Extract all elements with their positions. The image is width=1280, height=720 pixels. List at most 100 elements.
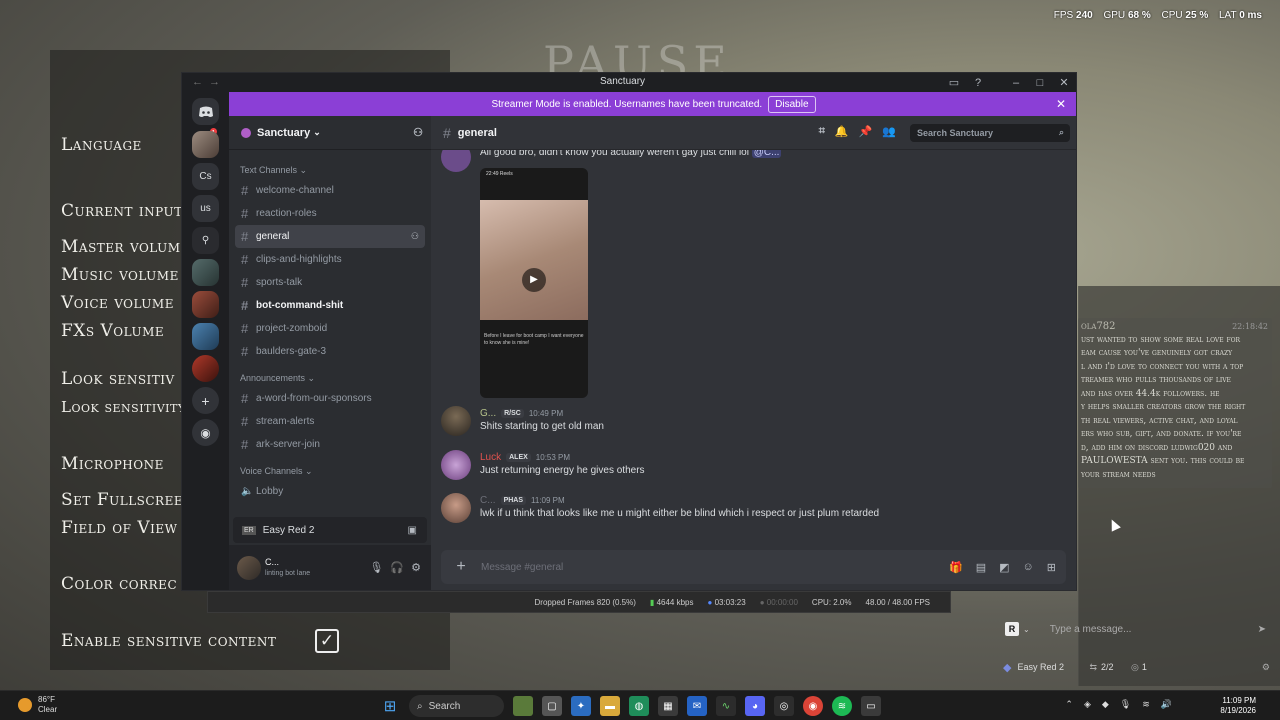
pin-icon[interactable]: 📌 (859, 125, 873, 138)
chevron-up-icon[interactable]: ⌃ (1065, 699, 1073, 710)
setting-music-volume[interactable]: Music volume (61, 265, 179, 285)
setting-microphone[interactable]: Microphone (61, 454, 164, 474)
tray-icon[interactable]: ◈ (1084, 699, 1091, 710)
bell-icon[interactable]: 🔔 (835, 125, 849, 138)
channel-bot-command-shit[interactable]: # bot-command-shit (235, 294, 425, 317)
channel-general[interactable]: # general ⚇ (235, 225, 425, 248)
send-icon[interactable]: ➤ (1258, 624, 1266, 635)
video-attachment[interactable]: 22:49 Reels ▶ Before I leave for boot ca… (480, 168, 588, 398)
gift-icon[interactable]: 🎁 (949, 561, 963, 574)
discord-icon[interactable]: ◕ (745, 696, 765, 716)
headphones-icon[interactable]: 🎧 (390, 561, 404, 574)
apps-icon[interactable]: ⊞ (1047, 561, 1056, 574)
setting-fullscreen[interactable]: Set Fullscree (61, 490, 183, 510)
message-composer[interactable]: + Message #general 🎁 ▤ ◩ ☺ ⊞ (441, 550, 1066, 584)
now-playing-activity[interactable]: ER Easy Red 2 ▣ (233, 517, 427, 543)
add-server-icon[interactable]: + (192, 387, 219, 414)
emoji-icon[interactable]: ☺ (1023, 561, 1034, 574)
message-author[interactable]: Luck (480, 452, 501, 463)
volume-icon[interactable]: 🔊 (1161, 699, 1172, 710)
category-text-channels[interactable]: Text Channels ⌄ (235, 161, 425, 179)
tray-icon[interactable]: ◆ (1102, 699, 1109, 710)
voice-channel-lobby[interactable]: 🔈 Lobby (235, 480, 425, 503)
obs-icon[interactable]: ◎ (774, 696, 794, 716)
microphone-icon[interactable]: 🎙 (369, 561, 383, 574)
server-icon[interactable] (192, 259, 219, 286)
server-us[interactable]: us (192, 195, 219, 222)
play-icon[interactable]: ▶ (522, 268, 546, 292)
channel-partial[interactable]: rules (235, 150, 425, 155)
avatar[interactable] (441, 406, 471, 436)
server-icon[interactable]: ⚲ (192, 227, 219, 254)
file-explorer-icon[interactable]: ▬ (600, 696, 620, 716)
screen-share-icon[interactable]: ▣ (408, 525, 417, 536)
user-info[interactable]: C... linting bot lane (265, 557, 310, 579)
spotify-icon[interactable]: ≋ (832, 696, 852, 716)
channel-stream-alerts[interactable]: # stream-alerts (235, 410, 425, 433)
widget-icon[interactable] (513, 696, 533, 716)
mail-icon[interactable]: ✉ (687, 696, 707, 716)
setting-voice-volume[interactable]: Voice volume (61, 293, 174, 313)
wifi-icon[interactable]: ≋ (1142, 699, 1150, 710)
setting-master-volume[interactable]: Master volum (61, 237, 181, 257)
server-header[interactable]: Sanctuary ⌄ ⚇ (229, 116, 431, 150)
store-icon[interactable]: ▦ (658, 696, 678, 716)
chevron-down-icon[interactable]: ⌄ (1023, 625, 1030, 634)
avatar[interactable] (237, 555, 261, 580)
server-icon[interactable] (192, 323, 219, 350)
members-icon[interactable]: 👥 (882, 125, 896, 138)
discover-icon[interactable]: ◉ (192, 419, 219, 446)
avatar[interactable] (441, 493, 471, 523)
task-view-icon[interactable]: ▢ (542, 696, 562, 716)
minimize-icon[interactable]: – (1004, 77, 1028, 89)
back-forward-icons[interactable]: ←→ (192, 76, 226, 88)
taskbar-clock[interactable]: 11:09 PM 8/19/2026 (1220, 696, 1256, 716)
gear-icon[interactable]: ⚙ (411, 561, 421, 574)
channel-clips-and-highlights[interactable]: # clips-and-highlights (235, 248, 425, 271)
avatar[interactable] (441, 450, 471, 480)
sensitive-content-checkbox[interactable]: ✓ (315, 629, 339, 653)
category-voice-channels[interactable]: Voice Channels ⌄ (235, 462, 425, 480)
maximize-icon[interactable]: □ (1028, 77, 1052, 89)
activity-icon[interactable]: ∿ (716, 696, 736, 716)
channel-project-zomboid[interactable]: # project-zomboid (235, 317, 425, 340)
channel-sports-talk[interactable]: # sports-talk (235, 271, 425, 294)
setting-language[interactable]: Language (61, 135, 142, 155)
disable-button[interactable]: Disable (768, 95, 816, 113)
channel-ark-server-join[interactable]: # ark-server-join (235, 433, 425, 456)
gif-icon[interactable]: ▤ (976, 561, 986, 574)
channel-reaction-roles[interactable]: # reaction-roles (235, 202, 425, 225)
channel-welcome-channel[interactable]: # welcome-channel (235, 179, 425, 202)
setting-fx-volume[interactable]: FXs Volume (61, 321, 164, 341)
user-mention[interactable]: @C... (751, 150, 782, 158)
inbox-icon[interactable]: ▭ (942, 76, 966, 89)
sticker-icon[interactable]: ◩ (999, 561, 1009, 574)
server-cs[interactable]: Cs (192, 163, 219, 190)
setting-look-sensitivity-2[interactable]: Look sensitivity (61, 398, 186, 416)
invite-icon[interactable]: ⚇ (413, 126, 423, 139)
setting-color-correction[interactable]: Color correc (61, 574, 177, 594)
setting-current-input[interactable]: Current input (61, 201, 183, 221)
terminal-icon[interactable]: ▭ (861, 696, 881, 716)
server-icon[interactable] (192, 131, 219, 158)
server-icon[interactable] (192, 355, 219, 382)
close-banner-icon[interactable]: ✕ (1056, 97, 1066, 111)
search-input[interactable]: Search Sanctuary ⌕ (910, 124, 1070, 142)
chrome-icon[interactable]: ◉ (803, 696, 823, 716)
microphone-icon[interactable]: 🎙 (1120, 699, 1131, 710)
discord-home-icon[interactable] (192, 98, 219, 125)
add-attachment-icon[interactable]: + (441, 558, 481, 576)
weather-widget[interactable]: 86°F Clear (18, 695, 57, 715)
category-announcements[interactable]: Announcements ⌄ (235, 369, 425, 387)
threads-icon[interactable]: ⌗ (819, 125, 825, 138)
close-icon[interactable]: ✕ (1052, 76, 1076, 89)
avatar[interactable] (441, 150, 471, 172)
message-author[interactable]: C... (480, 495, 496, 506)
taskbar-search[interactable]: ⌕ Search (409, 695, 504, 717)
copilot-icon[interactable]: ✦ (571, 696, 591, 716)
twitch-chat-input[interactable]: R ⌄ Type a message... ➤ (1000, 617, 1272, 641)
channel-baulders-gate-3[interactable]: # baulders-gate-3 (235, 340, 425, 363)
setting-sensitive-content[interactable]: Enable sensitive content (61, 631, 276, 651)
channel-a-word-from-our-sponsors[interactable]: # a-word-from-our-sponsors (235, 387, 425, 410)
edge-icon[interactable]: ◍ (629, 696, 649, 716)
